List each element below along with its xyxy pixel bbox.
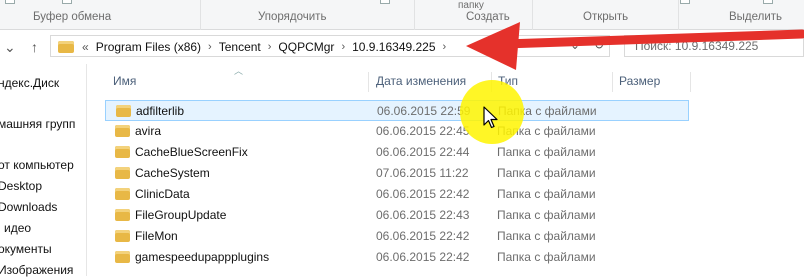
annotation-arrow — [466, 22, 804, 70]
